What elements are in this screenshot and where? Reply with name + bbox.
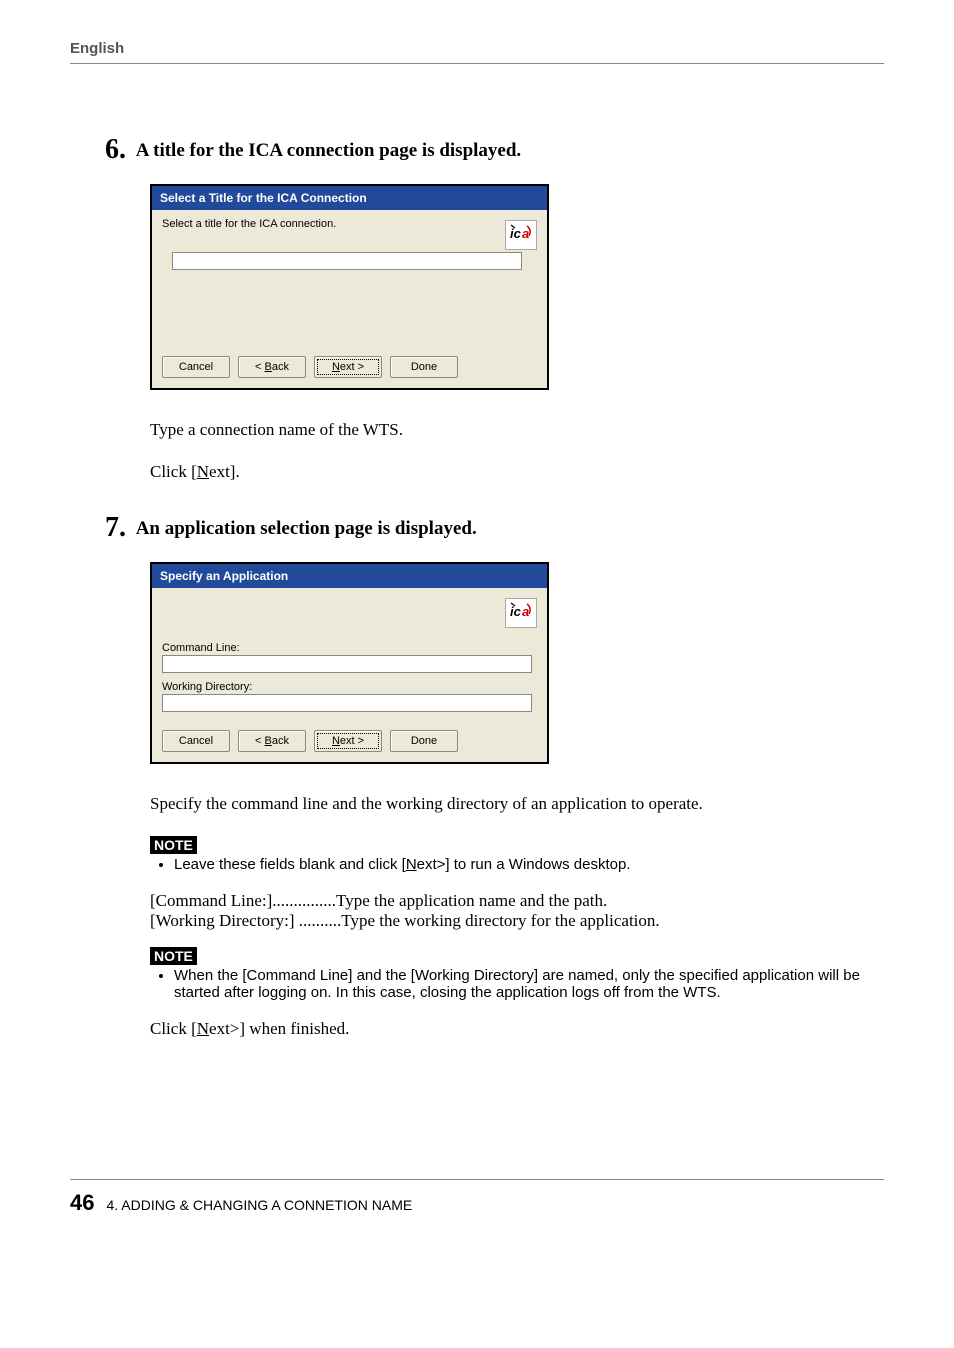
svg-text:ic: ic: [510, 226, 522, 241]
note-2-list: When the [Command Line] and the [Working…: [150, 967, 884, 1001]
command-line-input[interactable]: [162, 655, 532, 673]
step6-instruction-1: Type a connection name of the WTS.: [150, 420, 884, 440]
note-2-item: When the [Command Line] and the [Working…: [174, 967, 884, 1001]
step-7-title: An application selection page is display…: [136, 518, 477, 539]
dialog-title: Specify an Application: [152, 564, 547, 588]
running-header: English: [70, 40, 884, 64]
command-line-definition: [Command Line:]...............Type the a…: [150, 891, 884, 911]
svg-text:a: a: [522, 226, 529, 241]
ica-icon: ica: [505, 598, 537, 628]
done-button[interactable]: Done: [390, 356, 458, 378]
dialog-body: Select a title for the ICA connection. i…: [152, 210, 547, 348]
step-7-number: 7.: [105, 512, 126, 543]
dialog-button-row: Cancel < Back Next > Done: [152, 722, 547, 762]
done-button[interactable]: Done: [390, 730, 458, 752]
back-button[interactable]: < Back: [238, 356, 306, 378]
step-7: 7. An application selection page is disp…: [150, 512, 884, 1039]
cancel-button[interactable]: Cancel: [162, 356, 230, 378]
working-directory-definition: [Working Directory:] ..........Type the …: [150, 911, 884, 931]
dialog-button-row: Cancel < Back Next > Done: [152, 348, 547, 388]
note-1-list: Leave these fields blank and click [Next…: [150, 856, 884, 873]
page-footer: 46 4. ADDING & CHANGING A CONNETION NAME: [70, 1179, 884, 1216]
step-7-heading: 7. An application selection page is disp…: [105, 512, 884, 544]
step-6-number: 6.: [105, 134, 126, 165]
field-definitions: [Command Line:]...............Type the a…: [150, 891, 884, 931]
working-directory-input[interactable]: [162, 694, 532, 712]
step6-instruction-2: Click [Next].: [150, 462, 884, 482]
step7-final: Click [Next>] when finished.: [150, 1019, 884, 1039]
note-label-1: NOTE: [150, 836, 197, 854]
specify-application-dialog: Specify an Application ica Command Line:…: [150, 562, 549, 764]
step-6-heading: 6. A title for the ICA connection page i…: [105, 134, 884, 166]
footer-chapter: 4. ADDING & CHANGING A CONNETION NAME: [106, 1197, 412, 1213]
dialog-instruction: Select a title for the ICA connection.: [162, 218, 537, 230]
dialog-title: Select a Title for the ICA Connection: [152, 186, 547, 210]
note-label-2: NOTE: [150, 947, 197, 965]
command-line-label: Command Line:: [162, 642, 537, 654]
next-button[interactable]: Next >: [314, 730, 382, 752]
note-1-item: Leave these fields blank and click [Next…: [174, 856, 884, 873]
dialog-body: ica Command Line: Working Directory:: [152, 588, 547, 722]
ica-icon: ica: [505, 220, 537, 250]
step-6-title: A title for the ICA connection page is d…: [136, 140, 521, 161]
step-6: 6. A title for the ICA connection page i…: [150, 134, 884, 482]
connection-title-input[interactable]: [172, 252, 522, 270]
next-button[interactable]: Next >: [314, 356, 382, 378]
back-button[interactable]: < Back: [238, 730, 306, 752]
working-directory-label: Working Directory:: [162, 681, 537, 693]
svg-text:ic: ic: [510, 604, 522, 619]
select-title-dialog: Select a Title for the ICA Connection Se…: [150, 184, 549, 390]
step7-intro: Specify the command line and the working…: [150, 794, 884, 814]
page-number: 46: [70, 1190, 94, 1216]
svg-text:a: a: [522, 604, 529, 619]
cancel-button[interactable]: Cancel: [162, 730, 230, 752]
